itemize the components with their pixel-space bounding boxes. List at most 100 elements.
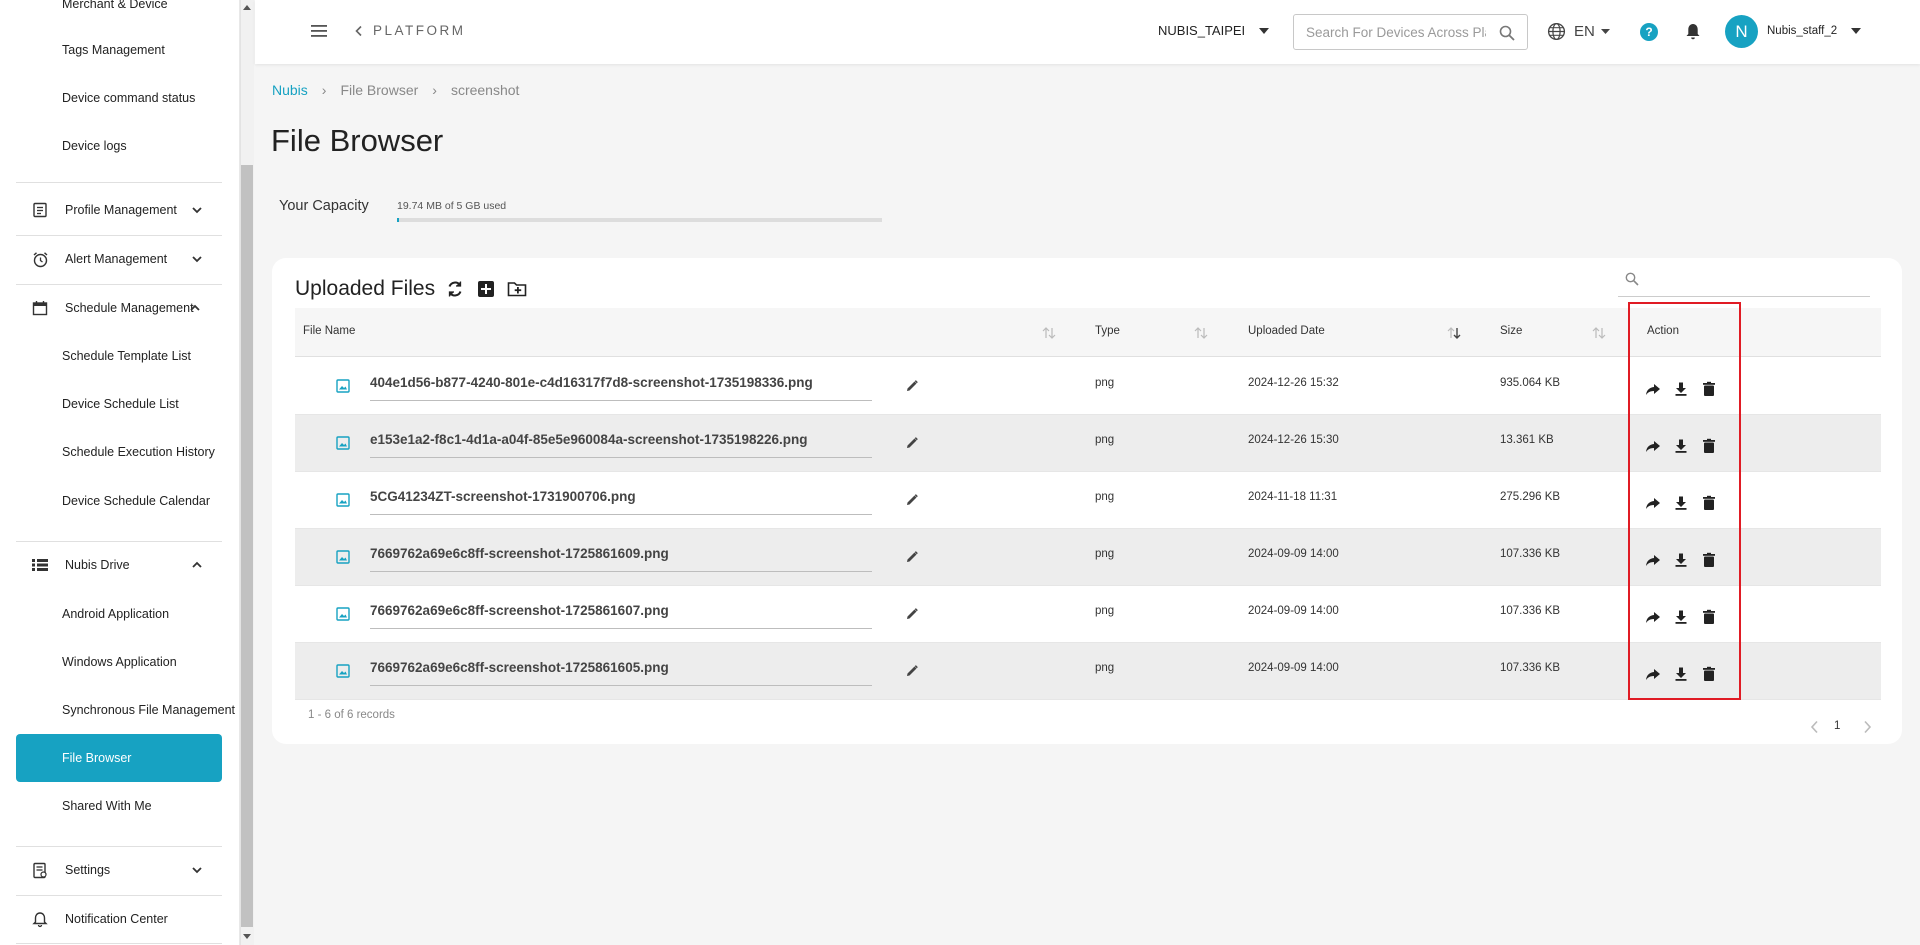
column-header-file-name[interactable]: File Name — [303, 325, 355, 337]
capacity-label: Your Capacity — [279, 198, 369, 214]
file-name-field[interactable]: 7669762a69e6c8ff-screenshot-1725861607.p… — [370, 603, 872, 629]
scroll-up-arrow-icon[interactable] — [243, 4, 251, 12]
sidebar-item-label: Device logs — [62, 139, 127, 153]
username-label: Nubis_staff_2 — [1767, 25, 1838, 37]
sidebar-divider — [16, 235, 222, 236]
sidebar-item-tags-management[interactable]: Tags Management — [16, 33, 222, 67]
sidebar-item-android-application[interactable]: Android Application — [16, 597, 222, 631]
language-label: EN — [1574, 23, 1595, 40]
file-name-field[interactable]: 7669762a69e6c8ff-screenshot-1725861605.p… — [370, 660, 872, 686]
sidebar-item-schedule-template-list[interactable]: Schedule Template List — [16, 339, 222, 373]
add-folder-icon[interactable] — [507, 279, 527, 299]
chevron-down-icon — [192, 207, 202, 214]
file-name-field[interactable]: 5CG41234ZT-screenshot-1731900706.png — [370, 489, 872, 515]
table-search-input[interactable] — [1646, 270, 1856, 292]
image-file-icon — [336, 550, 350, 564]
sidebar-scrollbar-thumb[interactable] — [241, 165, 253, 927]
edit-pencil-icon[interactable] — [905, 664, 919, 678]
sidebar-item-notification-center[interactable]: Notification Center — [16, 902, 222, 936]
sidebar-item-shared-with-me[interactable]: Shared With Me — [16, 789, 222, 823]
upload-date: 2024-09-09 14:00 — [1248, 662, 1339, 674]
platform-back-link[interactable]: PLATFORM — [353, 23, 466, 38]
sidebar-item-schedule-execution-history[interactable]: Schedule Execution History — [16, 435, 222, 469]
sidebar-item-file-browser[interactable]: File Browser — [16, 734, 222, 782]
column-header-size[interactable]: Size — [1500, 325, 1522, 337]
sort-icon[interactable] — [1042, 327, 1056, 339]
bell-outline-icon — [30, 909, 50, 929]
sidebar-item-nubis-drive[interactable]: Nubis Drive — [16, 548, 222, 582]
notification-bell-icon[interactable] — [1685, 23, 1701, 41]
pagination-prev-icon[interactable] — [1810, 720, 1820, 734]
chevron-up-icon — [192, 561, 202, 568]
file-type: png — [1095, 662, 1115, 674]
edit-pencil-icon[interactable] — [905, 550, 919, 564]
sort-icon[interactable] — [1194, 327, 1208, 339]
chevron-down-icon — [192, 256, 202, 263]
sort-icon[interactable] — [1592, 327, 1606, 339]
edit-pencil-icon[interactable] — [905, 379, 919, 393]
global-search-input[interactable] — [1306, 24, 1486, 40]
sidebar-divider — [16, 284, 222, 285]
sidebar-item-label: Device Schedule List — [62, 397, 179, 411]
edit-pencil-icon[interactable] — [905, 493, 919, 507]
sidebar-item-schedule-management[interactable]: Schedule Management — [16, 291, 222, 325]
column-header-uploaded-date[interactable]: Uploaded Date — [1248, 325, 1325, 337]
breadcrumb-separator: › — [432, 82, 437, 98]
file-name-field[interactable]: 7669762a69e6c8ff-screenshot-1725861609.p… — [370, 546, 872, 572]
column-header-type[interactable]: Type — [1095, 325, 1120, 337]
upload-date: 2024-12-26 15:30 — [1248, 434, 1339, 446]
upload-date: 2024-09-09 14:00 — [1248, 548, 1339, 560]
sidebar-item-label: File Browser — [62, 751, 132, 765]
sidebar-item-label: Notification Center — [65, 912, 168, 926]
avatar[interactable]: N — [1725, 15, 1758, 48]
sidebar-item-label: Schedule Execution History — [62, 445, 215, 459]
edit-pencil-icon[interactable] — [905, 436, 919, 450]
global-search-box[interactable] — [1293, 14, 1528, 50]
capacity-progress-bar — [397, 218, 882, 222]
top-header: PLATFORM NUBIS_TAIPEI EN ? N Nubis_staff… — [255, 0, 1920, 64]
pagination-next-icon[interactable] — [1862, 720, 1872, 734]
table-search[interactable] — [1618, 267, 1870, 297]
search-icon[interactable] — [1499, 25, 1515, 41]
sort-desc-icon[interactable] — [1447, 327, 1461, 339]
sidebar-item-label: Alert Management — [65, 252, 168, 266]
sidebar-item-profile-management[interactable]: Profile Management — [16, 193, 222, 227]
sidebar-item-label: Merchant & Device — [62, 0, 168, 11]
sidebar-item-device-schedule-calendar[interactable]: Device Schedule Calendar — [16, 484, 222, 518]
pagination-current-page[interactable]: 1 — [1834, 720, 1840, 732]
edit-pencil-icon[interactable] — [905, 607, 919, 621]
file-name-field[interactable]: e153e1a2-f8c1-4d1a-a04f-85e5e960084a-scr… — [370, 432, 872, 458]
file-type: png — [1095, 377, 1115, 389]
sidebar-item-merchant-device[interactable]: Merchant & Device — [16, 0, 222, 21]
sidebar-item-label: Nubis Drive — [65, 558, 130, 572]
file-name-field[interactable]: 404e1d56-b877-4240-801e-c4d16317f7d8-scr… — [370, 375, 872, 401]
help-icon[interactable]: ? — [1640, 23, 1658, 41]
sidebar-divider — [16, 895, 222, 896]
sidebar-item-device-logs[interactable]: Device logs — [16, 129, 222, 163]
refresh-icon[interactable] — [445, 279, 465, 299]
sidebar-item-device-command-status[interactable]: Device command status — [16, 81, 222, 115]
sidebar-item-device-schedule-list[interactable]: Device Schedule List — [16, 387, 222, 421]
language-selector[interactable]: EN — [1547, 22, 1610, 41]
sidebar-item-alert-management[interactable]: Alert Management — [16, 242, 222, 276]
sidebar-item-label: Android Application — [62, 607, 170, 621]
chevron-up-icon — [190, 304, 200, 311]
add-file-icon[interactable] — [476, 279, 496, 299]
sidebar-item-settings[interactable]: Settings — [16, 853, 222, 887]
breadcrumb-root[interactable]: Nubis — [272, 82, 308, 98]
sidebar-item-windows-application[interactable]: Windows Application — [16, 645, 222, 679]
calendar-icon — [30, 298, 50, 318]
scroll-down-arrow-icon[interactable] — [243, 932, 251, 940]
records-count: 1 - 6 of 6 records — [308, 709, 395, 721]
sidebar-item-synchronous-file-management[interactable]: Synchronous File Management — [16, 693, 239, 727]
capacity-usage-text: 19.74 MB of 5 GB used — [397, 200, 507, 212]
file-size: 107.336 KB — [1500, 548, 1561, 560]
file-size: 107.336 KB — [1500, 605, 1561, 617]
sidebar-divider — [16, 943, 222, 944]
menu-icon[interactable] — [310, 22, 328, 40]
alarm-clock-icon — [30, 249, 50, 269]
breadcrumb-parent[interactable]: File Browser — [340, 82, 418, 98]
tenant-selector[interactable]: NUBIS_TAIPEI — [1158, 23, 1270, 38]
sidebar-item-label: Device Schedule Calendar — [62, 494, 211, 508]
user-menu[interactable]: Nubis_staff_2 — [1767, 25, 1862, 37]
